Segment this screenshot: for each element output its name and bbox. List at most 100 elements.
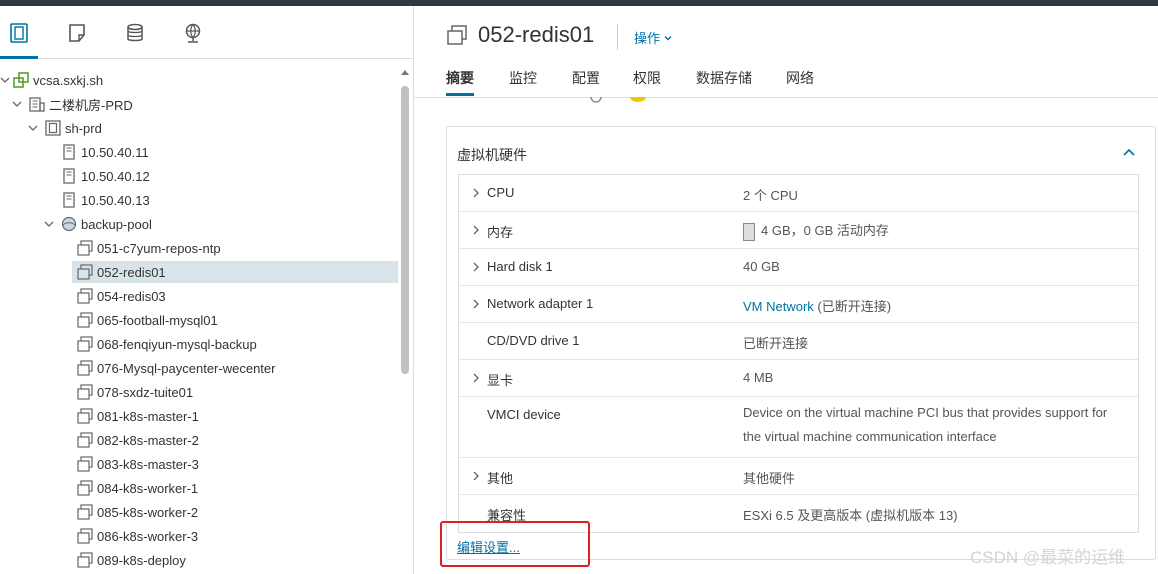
vm-icon <box>77 552 93 568</box>
chevron-right-icon[interactable] <box>471 225 481 235</box>
content-panel: 052-redis01 操作 摘要 监控 配置 权限 数据存储 网络 虚拟机硬件… <box>414 6 1158 574</box>
tree-item-vm-selected[interactable]: 052-redis01 <box>0 260 400 284</box>
tree-item-vm[interactable]: 081-k8s-master-1 <box>0 404 400 428</box>
hardware-table: CPU 2 个 CPU 内存 4 GB，0 GB 活动内存 Hard disk … <box>458 174 1139 533</box>
tree-item-host[interactable]: 10.50.40.11 <box>0 140 400 164</box>
tree-item-vm[interactable]: 054-redis03 <box>0 284 400 308</box>
inventory-tabs <box>0 6 413 59</box>
watermark: CSDN @最菜的运维 <box>970 548 1126 567</box>
hardware-value: ESXi 6.5 及更高版本 (虚拟机版本 13) <box>743 508 958 523</box>
vm-hardware-card: 虚拟机硬件 CPU 2 个 CPU 内存 4 GB，0 GB 活动内存 Hard… <box>446 126 1156 560</box>
tree-scrollbar[interactable] <box>399 68 411 574</box>
tree-item-label: 二楼机房-PRD <box>49 97 133 113</box>
chevron-down-icon[interactable] <box>0 74 11 86</box>
tree-item-host[interactable]: 10.50.40.12 <box>0 164 400 188</box>
hardware-value: 2 个 CPU <box>743 188 798 203</box>
tab-hosts-clusters[interactable] <box>0 20 38 59</box>
chevron-up-icon[interactable] <box>1121 145 1137 161</box>
hardware-row-vmci: VMCI device Device on the virtual machin… <box>459 397 1138 458</box>
hardware-row-other[interactable]: 其他 其他硬件 <box>459 458 1138 495</box>
vm-name: 052-redis01 <box>478 22 595 47</box>
chevron-right-icon[interactable] <box>471 262 481 272</box>
scroll-up-arrow-icon[interactable] <box>401 70 409 75</box>
tree-item-vm[interactable]: 085-k8s-worker-2 <box>0 500 400 524</box>
tree-item-label: 084-k8s-worker-1 <box>97 480 199 496</box>
chevron-right-icon[interactable] <box>471 188 481 198</box>
vm-icon <box>77 504 93 520</box>
card-title: 虚拟机硬件 <box>457 147 527 163</box>
tree-item-label: 054-redis03 <box>97 288 166 304</box>
tree-item-datacenter[interactable]: 二楼机房-PRD <box>0 92 400 116</box>
memory-icon <box>743 222 755 241</box>
tab-storage[interactable] <box>122 20 148 46</box>
tree-item-label: 081-k8s-master-1 <box>97 408 199 424</box>
tab-permissions[interactable]: 权限 <box>633 68 661 88</box>
hardware-row-memory[interactable]: 内存 4 GB，0 GB 活动内存 <box>459 212 1138 249</box>
hardware-row-disk[interactable]: Hard disk 1 40 GB <box>459 249 1138 286</box>
tree-item-label: 076-Mysql-paycenter-wecenter <box>97 360 276 376</box>
tree-item-label: backup-pool <box>81 216 152 232</box>
chevron-down-icon[interactable] <box>27 122 39 134</box>
datacenter-icon <box>29 96 45 112</box>
hardware-row-network[interactable]: Network adapter 1 VM Network (已断开连接) <box>459 286 1138 323</box>
tree-item-label: vcsa.sxkj.sh <box>33 72 104 88</box>
vm-icon <box>77 408 93 424</box>
hardware-row-video[interactable]: 显卡 4 MB <box>459 360 1138 397</box>
tab-vms-templates[interactable] <box>64 20 90 46</box>
vm-icon <box>77 288 93 304</box>
tree-item-label: 086-k8s-worker-3 <box>97 528 199 544</box>
hardware-value: 4 GB，0 GB 活动内存 <box>761 223 889 238</box>
hardware-value: (已断开连接) <box>813 299 892 314</box>
vm-icon <box>77 528 93 544</box>
tree-item-vm[interactable]: 065-football-mysql01 <box>0 308 400 332</box>
hosts-clusters-icon <box>10 23 28 43</box>
chevron-right-icon[interactable] <box>471 373 481 383</box>
hardware-value: 40 GB <box>743 259 780 274</box>
tab-networking[interactable] <box>180 20 206 46</box>
hardware-name: 内存 <box>487 225 514 240</box>
vm-icon <box>77 360 93 376</box>
tree-item-resource-pool[interactable]: backup-pool <box>0 212 400 236</box>
actions-menu[interactable]: 操作 <box>634 28 673 47</box>
tree-item-vm[interactable]: 076-Mysql-paycenter-wecenter <box>0 356 400 380</box>
tree-item-vm[interactable]: 078-sxdz-tuite01 <box>0 380 400 404</box>
hardware-name: Network adapter 1 <box>487 296 594 311</box>
tree-item-vm[interactable]: 051-c7yum-repos-ntp <box>0 236 400 260</box>
tree-item-vm[interactable]: 086-k8s-worker-3 <box>0 524 400 548</box>
tab-datastores[interactable]: 数据存储 <box>696 68 752 88</box>
tree-item-vm[interactable]: 083-k8s-master-3 <box>0 452 400 476</box>
inventory-tree: vcsa.sxkj.sh 二楼机房-PRD sh-prd 10.50.40.11… <box>0 68 400 574</box>
tab-configure[interactable]: 配置 <box>572 68 600 88</box>
tree-item-label: 085-k8s-worker-2 <box>97 504 199 520</box>
tree-item-label: 10.50.40.12 <box>81 168 150 184</box>
status-icon <box>590 97 602 103</box>
network-link[interactable]: VM Network <box>743 299 814 314</box>
tree-item-vm[interactable]: 068-fenqiyun-mysql-backup <box>0 332 400 356</box>
tree-item-label: 065-football-mysql01 <box>97 312 218 328</box>
tree-item-host[interactable]: 10.50.40.13 <box>0 188 400 212</box>
vm-icon <box>77 264 93 280</box>
tree-item-vm[interactable]: 084-k8s-worker-1 <box>0 476 400 500</box>
tab-summary[interactable]: 摘要 <box>446 68 474 96</box>
tree-item-vm[interactable]: 089-k8s-deploy <box>0 548 400 572</box>
vm-icon <box>77 480 93 496</box>
tab-monitor[interactable]: 监控 <box>509 68 537 88</box>
chevron-right-icon[interactable] <box>471 471 481 481</box>
tree-item-vcenter[interactable]: vcsa.sxkj.sh <box>0 68 400 92</box>
host-icon <box>61 168 77 184</box>
vm-icon <box>447 25 467 45</box>
tree-item-cluster[interactable]: sh-prd <box>0 116 400 140</box>
tab-divider <box>414 97 1158 98</box>
hardware-row-cpu[interactable]: CPU 2 个 CPU <box>459 175 1138 212</box>
scrollbar-thumb[interactable] <box>401 86 409 374</box>
tree-item-label: 051-c7yum-repos-ntp <box>97 240 221 256</box>
chevron-down-icon[interactable] <box>43 218 55 230</box>
tree-item-label: 068-fenqiyun-mysql-backup <box>97 336 257 352</box>
tree-item-vm[interactable]: 082-k8s-master-2 <box>0 428 400 452</box>
chevron-right-icon[interactable] <box>471 299 481 309</box>
vms-templates-icon <box>69 24 85 42</box>
cluster-icon <box>45 120 61 136</box>
tab-networks[interactable]: 网络 <box>786 68 814 88</box>
hardware-name: 显卡 <box>487 373 514 388</box>
chevron-down-icon[interactable] <box>11 98 23 110</box>
